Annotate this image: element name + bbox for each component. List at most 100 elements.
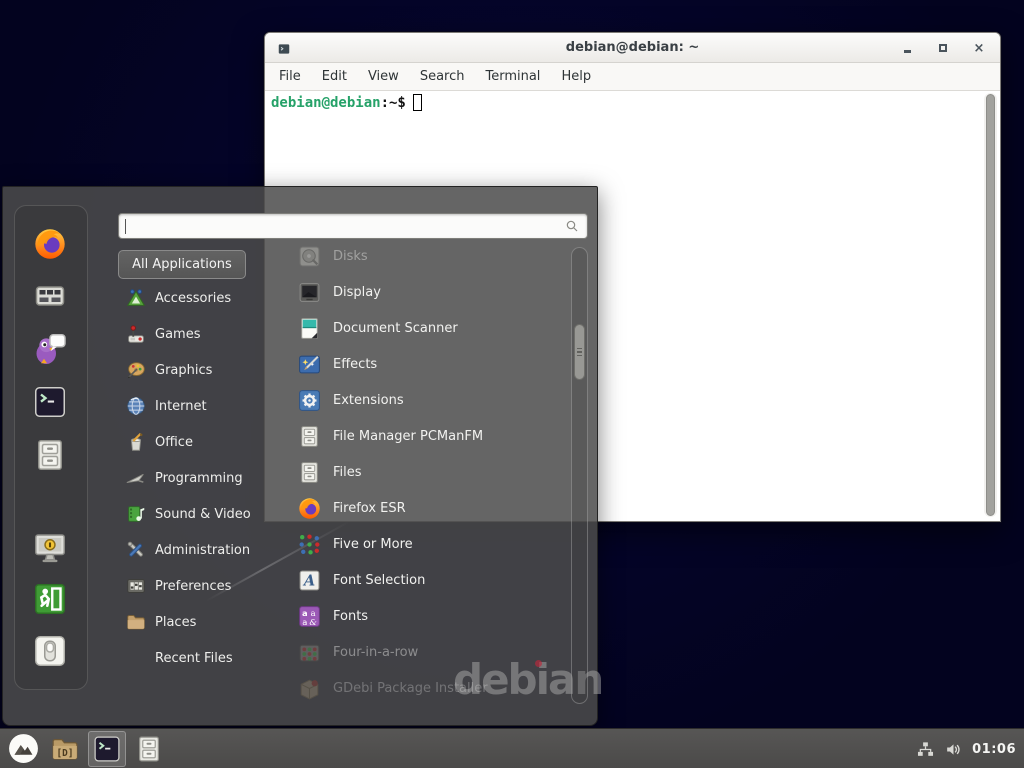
taskbar-menu-button[interactable] — [4, 731, 42, 767]
app-item-four-in-a-row[interactable]: Four-in-a-row — [291, 634, 573, 670]
category-office[interactable]: Office — [117, 424, 269, 460]
all-applications-button[interactable]: All Applications — [118, 250, 246, 279]
app-item-label: File Manager PCManFM — [333, 429, 483, 444]
svg-text:a: a — [302, 616, 307, 626]
category-places[interactable]: Places — [117, 604, 269, 640]
app-item-label: Disks — [333, 249, 368, 264]
terminal-menu-search[interactable]: Search — [420, 69, 465, 84]
places-icon — [125, 611, 147, 633]
tray-network-icon[interactable] — [916, 740, 935, 759]
favorite-software[interactable] — [32, 278, 70, 316]
favorite-pidgin[interactable] — [32, 331, 70, 369]
category-accessories[interactable]: Accessories — [117, 280, 269, 316]
display-icon — [297, 280, 322, 305]
search-input[interactable] — [132, 215, 564, 237]
app-item-disks[interactable]: Disks — [291, 238, 573, 274]
file-cabinet-icon — [297, 460, 322, 485]
app-item-fonts[interactable]: aaa&Fonts — [291, 598, 573, 634]
app-item-label: Document Scanner — [333, 321, 458, 336]
file-cabinet-icon — [32, 437, 68, 473]
svg-text:[D]: [D] — [57, 747, 74, 758]
favorite-shutdown[interactable] — [32, 633, 70, 671]
taskbar-terminal-button[interactable] — [88, 731, 126, 767]
app-item-font-selection[interactable]: AFont Selection — [291, 562, 573, 598]
terminal-menu-help[interactable]: Help — [561, 69, 591, 84]
category-label: Accessories — [155, 291, 231, 306]
app-item-label: Display — [333, 285, 381, 300]
category-label: Administration — [155, 543, 250, 558]
terminal-scrollbar-thumb[interactable] — [986, 94, 995, 516]
category-administration[interactable]: Administration — [117, 532, 269, 568]
minimize-button[interactable] — [900, 41, 914, 55]
office-icon — [125, 431, 147, 453]
category-programming[interactable]: Programming — [117, 460, 269, 496]
prompt-path: :~$ — [381, 95, 406, 111]
sound-video-icon — [125, 503, 147, 525]
lock-screen-icon — [32, 529, 68, 565]
app-item-files[interactable]: Files — [291, 454, 573, 490]
file-cabinet-icon — [134, 734, 164, 764]
menu-logo-icon — [7, 732, 40, 765]
four-in-a-row-icon — [297, 640, 322, 665]
category-label: Graphics — [155, 363, 212, 378]
app-item-file-manager-pcmanfm[interactable]: File Manager PCManFM — [291, 418, 573, 454]
category-label: Places — [155, 615, 196, 630]
app-item-firefox-esr[interactable]: Firefox ESR — [291, 490, 573, 526]
app-item-five-or-more[interactable]: Five or More — [291, 526, 573, 562]
clock[interactable]: 01:06 — [972, 742, 1016, 757]
favorite-logout[interactable] — [32, 581, 70, 619]
app-item-effects[interactable]: Effects — [291, 346, 573, 382]
terminal-menu-file[interactable]: File — [279, 69, 301, 84]
logout-icon — [32, 581, 68, 617]
category-games[interactable]: Games — [117, 316, 269, 352]
internet-icon — [125, 395, 147, 417]
pidgin-icon — [32, 331, 68, 367]
app-item-label: Files — [333, 465, 362, 480]
terminal-icon — [92, 734, 122, 764]
text-caret — [125, 219, 126, 234]
terminal-cursor — [413, 94, 422, 111]
app-list-scrollbar[interactable] — [571, 247, 588, 704]
favorite-firefox[interactable] — [32, 226, 70, 264]
app-item-gdebi-package-installer[interactable]: GDebi Package Installer — [291, 670, 573, 706]
app-list-scrollbar-thumb[interactable] — [574, 324, 585, 380]
terminal-menu-terminal[interactable]: Terminal — [485, 69, 540, 84]
app-item-label: Five or More — [333, 537, 413, 552]
favorite-terminal[interactable] — [32, 384, 70, 422]
desktop-folder-icon: [D] — [50, 734, 80, 764]
app-item-label: Font Selection — [333, 573, 425, 588]
terminal-scrollbar[interactable] — [984, 93, 997, 517]
file-cabinet-icon — [297, 424, 322, 449]
app-item-label: Four-in-a-row — [333, 645, 418, 660]
category-recent-files[interactable]: Recent Files — [117, 640, 269, 676]
terminal-menu-view[interactable]: View — [368, 69, 399, 84]
firefox-icon — [297, 496, 322, 521]
extensions-icon — [297, 388, 322, 413]
taskbar-desktop-folder-button[interactable]: [D] — [46, 731, 84, 767]
disks-icon — [297, 244, 322, 269]
category-graphics[interactable]: Graphics — [117, 352, 269, 388]
category-internet[interactable]: Internet — [117, 388, 269, 424]
favorite-lock-screen[interactable] — [32, 529, 70, 567]
terminal-titlebar[interactable]: debian@debian: ~ × — [265, 33, 1000, 63]
taskbar-files-button[interactable] — [130, 731, 168, 767]
taskbar: [D] 01:06 — [0, 728, 1024, 768]
accessories-icon — [125, 287, 147, 309]
close-button[interactable]: × — [972, 41, 986, 55]
category-sound-video[interactable]: Sound & Video — [117, 496, 269, 532]
gdebi-icon — [297, 676, 322, 701]
app-item-extensions[interactable]: Extensions — [291, 382, 573, 418]
graphics-icon — [125, 359, 147, 381]
app-item-display[interactable]: Display — [291, 274, 573, 310]
window-title: debian@debian: ~ — [265, 40, 1000, 55]
favorite-file-manager[interactable] — [32, 437, 70, 475]
app-item-document-scanner[interactable]: Document Scanner — [291, 310, 573, 346]
category-preferences[interactable]: Preferences — [117, 568, 269, 604]
fonts-icon: aaa& — [297, 604, 322, 629]
tray-volume-icon[interactable] — [944, 740, 963, 759]
terminal-menu-edit[interactable]: Edit — [322, 69, 347, 84]
svg-text:&: & — [309, 616, 316, 626]
app-item-label: Fonts — [333, 609, 368, 624]
maximize-button[interactable] — [936, 41, 950, 55]
category-label: Office — [155, 435, 193, 450]
